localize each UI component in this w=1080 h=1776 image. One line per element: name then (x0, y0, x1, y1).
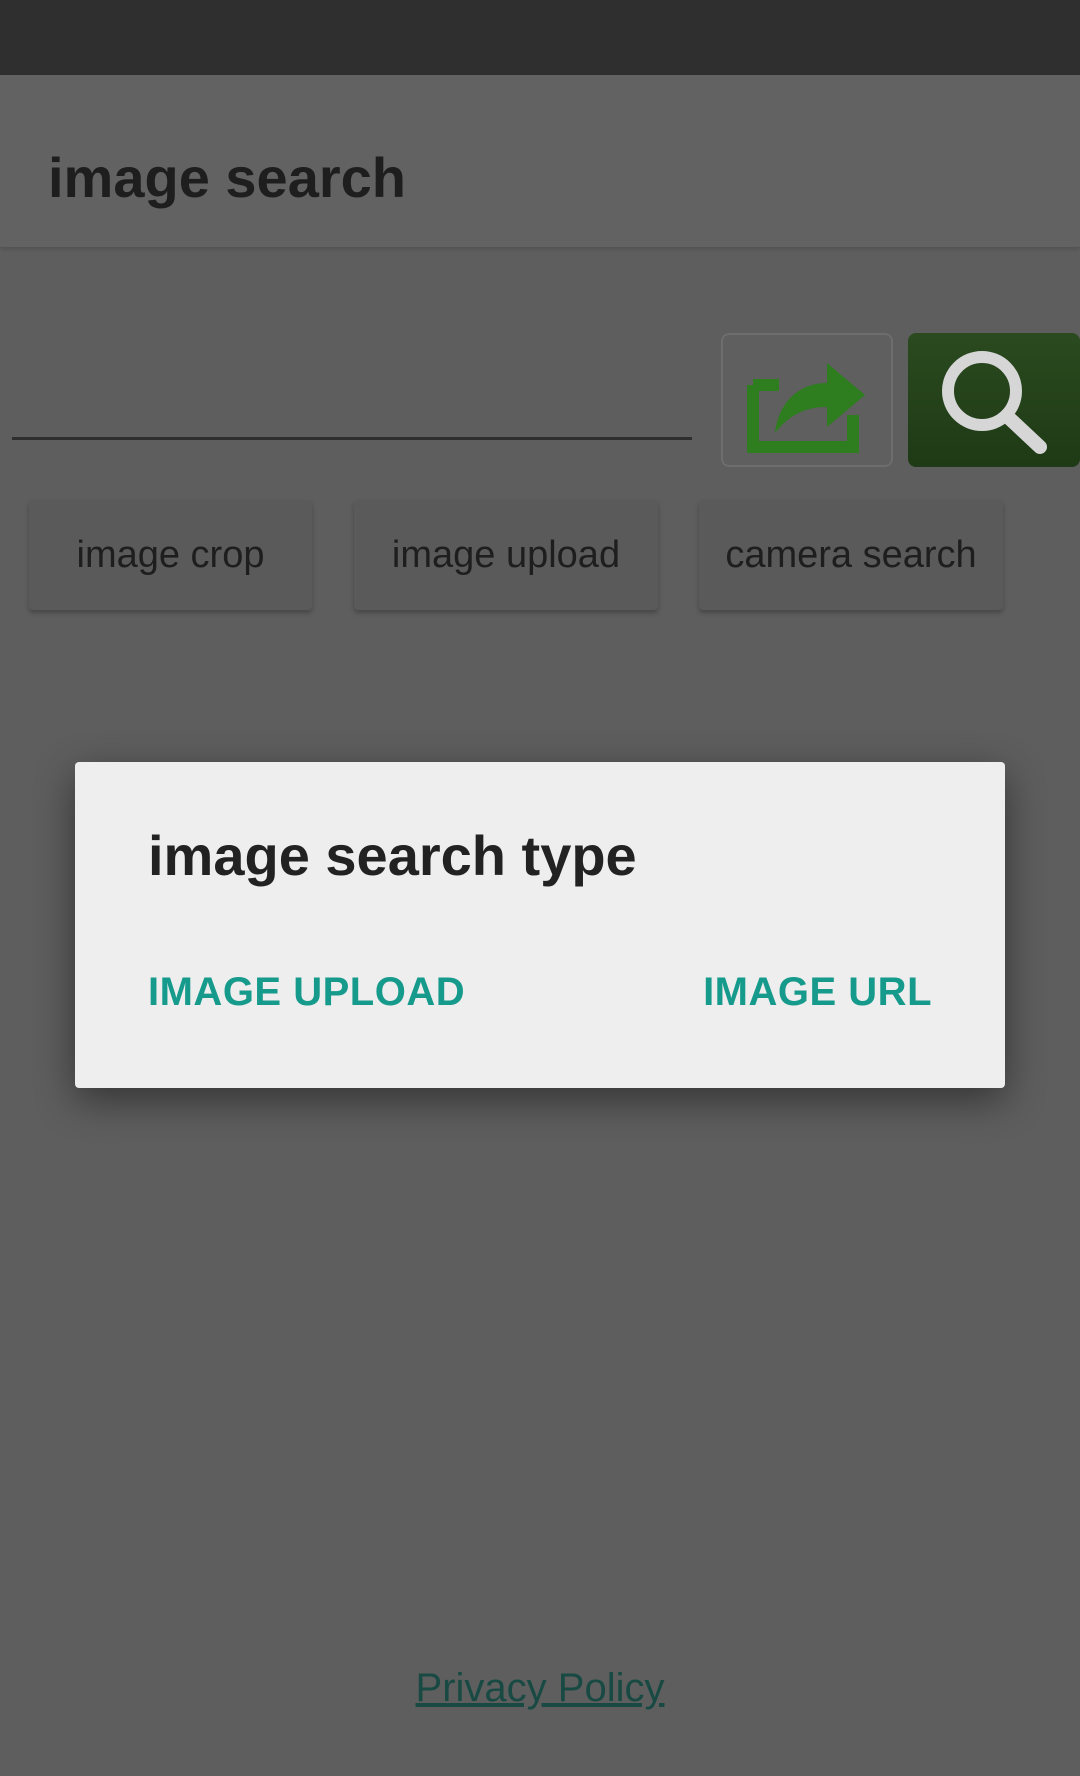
camera-search-button[interactable]: camera search (699, 500, 1003, 610)
search-button[interactable] (908, 333, 1080, 467)
privacy-policy-link[interactable]: Privacy Policy (0, 1668, 1080, 1708)
page-title: image search (48, 146, 406, 209)
image-crop-button[interactable]: image crop (29, 500, 312, 610)
image-url-action-button[interactable]: IMAGE URL (703, 972, 932, 1012)
image-upload-button[interactable]: image upload (354, 500, 658, 610)
share-button[interactable] (721, 333, 893, 467)
dialog-title: image search type (148, 824, 637, 887)
search-type-dialog: image search type IMAGE UPLOAD IMAGE URL (75, 762, 1005, 1088)
magnifier-icon (942, 351, 1047, 454)
status-bar (0, 0, 1080, 75)
share-icon (747, 363, 865, 453)
search-input[interactable] (12, 335, 692, 440)
image-upload-action-button[interactable]: IMAGE UPLOAD (148, 972, 465, 1012)
app-bar: image search (0, 75, 1080, 247)
